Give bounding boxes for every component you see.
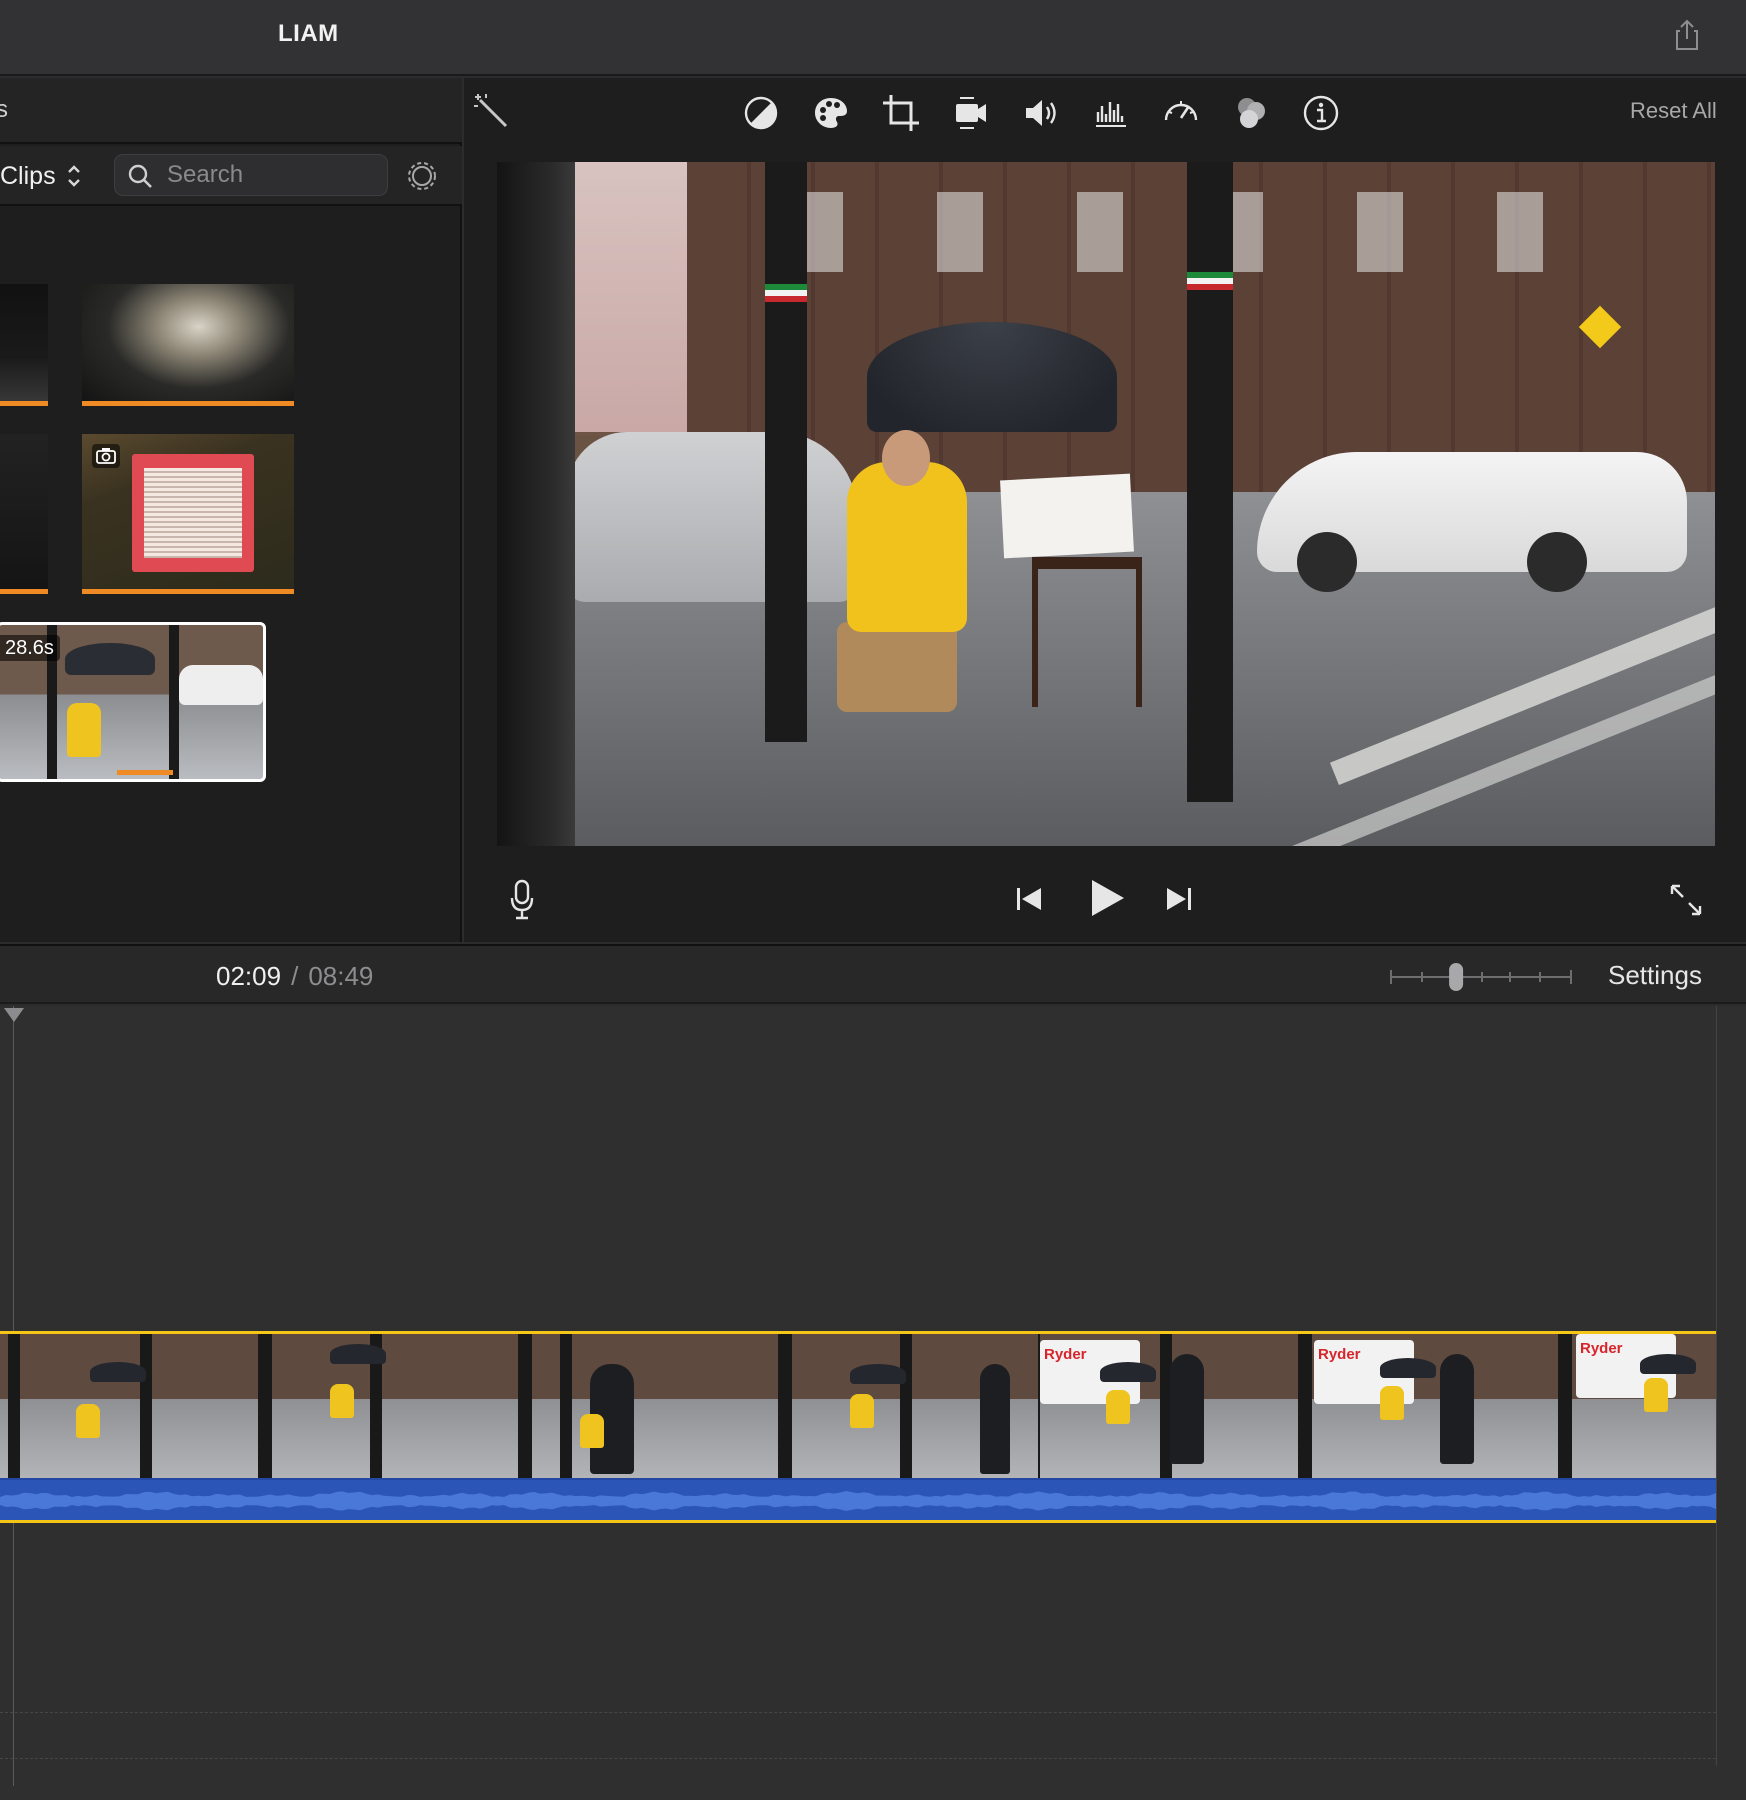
car bbox=[179, 665, 263, 705]
wheel bbox=[1297, 532, 1357, 592]
play-icon[interactable] bbox=[1084, 876, 1128, 920]
person-head bbox=[882, 430, 930, 486]
clip-usage-bar bbox=[117, 770, 173, 775]
umbrella bbox=[65, 643, 155, 675]
timeline-zoom-slider[interactable] bbox=[1390, 962, 1572, 992]
wheel bbox=[1527, 532, 1587, 592]
fullscreen-icon[interactable] bbox=[1668, 882, 1704, 918]
timeline-settings-button[interactable]: Settings bbox=[1608, 960, 1702, 991]
clip-appearance-gear-icon[interactable] bbox=[403, 157, 441, 195]
filmstrip-frame bbox=[1040, 1334, 1300, 1478]
search-field[interactable] bbox=[114, 154, 388, 196]
filmstrip-frame bbox=[0, 1334, 260, 1478]
person-yellow-raincoat bbox=[67, 703, 101, 757]
search-input[interactable] bbox=[167, 159, 377, 191]
person-yellow-raincoat bbox=[847, 462, 967, 632]
clip-filmstrip bbox=[0, 1334, 1716, 1478]
pole bbox=[169, 625, 179, 779]
reset-all-button[interactable]: Reset All bbox=[1630, 98, 1717, 124]
playhead-marker[interactable] bbox=[4, 1008, 24, 1022]
waveform-graphic bbox=[0, 1491, 1716, 1511]
color-balance-icon[interactable] bbox=[740, 92, 782, 134]
volume-icon[interactable] bbox=[1020, 92, 1062, 134]
letter-image bbox=[132, 454, 254, 572]
browser-toolbar: Clips bbox=[0, 146, 462, 206]
photo-thumbnail[interactable] bbox=[82, 434, 294, 594]
flag-band-red bbox=[1187, 284, 1233, 290]
browser-header-label: s bbox=[0, 96, 8, 123]
clips-filter-select[interactable]: Clips bbox=[0, 158, 82, 194]
time-separator: / bbox=[291, 961, 299, 991]
timeline[interactable] bbox=[0, 1006, 1746, 1800]
color-correction-icon[interactable] bbox=[810, 92, 852, 134]
building bbox=[557, 162, 697, 432]
handwritten-sign bbox=[1000, 473, 1134, 559]
filmstrip-frame bbox=[1300, 1334, 1560, 1478]
person-legs bbox=[837, 622, 957, 712]
timeline-end-line bbox=[1716, 1006, 1717, 1766]
noise-reduction-icon[interactable] bbox=[1090, 92, 1132, 134]
timeline-clip[interactable] bbox=[0, 1331, 1716, 1523]
van bbox=[567, 432, 857, 602]
magic-wand-icon[interactable] bbox=[472, 92, 514, 134]
pole bbox=[765, 162, 807, 742]
track-divider bbox=[0, 1758, 1716, 1759]
side-table bbox=[1032, 557, 1142, 707]
umbrella bbox=[867, 322, 1117, 432]
filmstrip-frame bbox=[1560, 1334, 1716, 1478]
current-time: 02:09 bbox=[216, 961, 282, 991]
search-icon bbox=[128, 164, 152, 188]
title-bar: LIAM bbox=[0, 0, 1746, 76]
video-preview[interactable] bbox=[497, 162, 1715, 846]
audio-waveform bbox=[0, 1478, 1716, 1520]
browser-header: s bbox=[0, 78, 462, 144]
timeline-toolbar: 02:09 / 08:49 Settings bbox=[0, 944, 1746, 1004]
up-down-chevron-icon bbox=[67, 165, 80, 187]
info-icon[interactable] bbox=[1300, 92, 1342, 134]
stabilization-icon[interactable] bbox=[950, 92, 992, 134]
crop-icon[interactable] bbox=[880, 92, 922, 134]
skip-forward-icon[interactable] bbox=[1164, 884, 1194, 914]
zoom-slider-thumb[interactable] bbox=[1449, 963, 1464, 991]
voiceover-microphone-icon[interactable] bbox=[508, 878, 536, 922]
pole bbox=[1187, 162, 1233, 802]
clip-filter-icon[interactable] bbox=[1230, 92, 1272, 134]
track-divider bbox=[0, 1712, 1716, 1713]
skip-back-icon[interactable] bbox=[1014, 884, 1044, 914]
media-browser: s Clips Search 28.6s bbox=[0, 78, 462, 942]
selected-clip-thumbnail[interactable]: 28.6s bbox=[0, 622, 266, 782]
share-icon[interactable] bbox=[1670, 18, 1704, 52]
adjustments-toolbar: Reset All bbox=[464, 78, 1746, 144]
filmstrip-frame bbox=[520, 1334, 780, 1478]
clips-filter-label: Clips bbox=[0, 161, 56, 190]
total-duration: 08:49 bbox=[308, 961, 374, 991]
timecode-display: 02:09 / 08:49 bbox=[216, 961, 373, 992]
filmstrip-frame bbox=[260, 1334, 520, 1478]
clip-duration-badge: 28.6s bbox=[0, 635, 60, 661]
brick-pillar bbox=[497, 162, 575, 846]
transport-controls bbox=[464, 868, 1746, 932]
clip-thumbnail[interactable] bbox=[0, 434, 48, 594]
flag-band-red bbox=[765, 296, 807, 302]
camera-icon bbox=[92, 444, 120, 468]
viewer: Reset All bbox=[464, 78, 1746, 942]
clip-thumbnail[interactable] bbox=[0, 284, 48, 406]
project-title: LIAM bbox=[278, 20, 339, 47]
filmstrip-frame bbox=[780, 1334, 1040, 1478]
speed-icon[interactable] bbox=[1160, 92, 1202, 134]
clip-thumbnail[interactable] bbox=[82, 284, 294, 406]
